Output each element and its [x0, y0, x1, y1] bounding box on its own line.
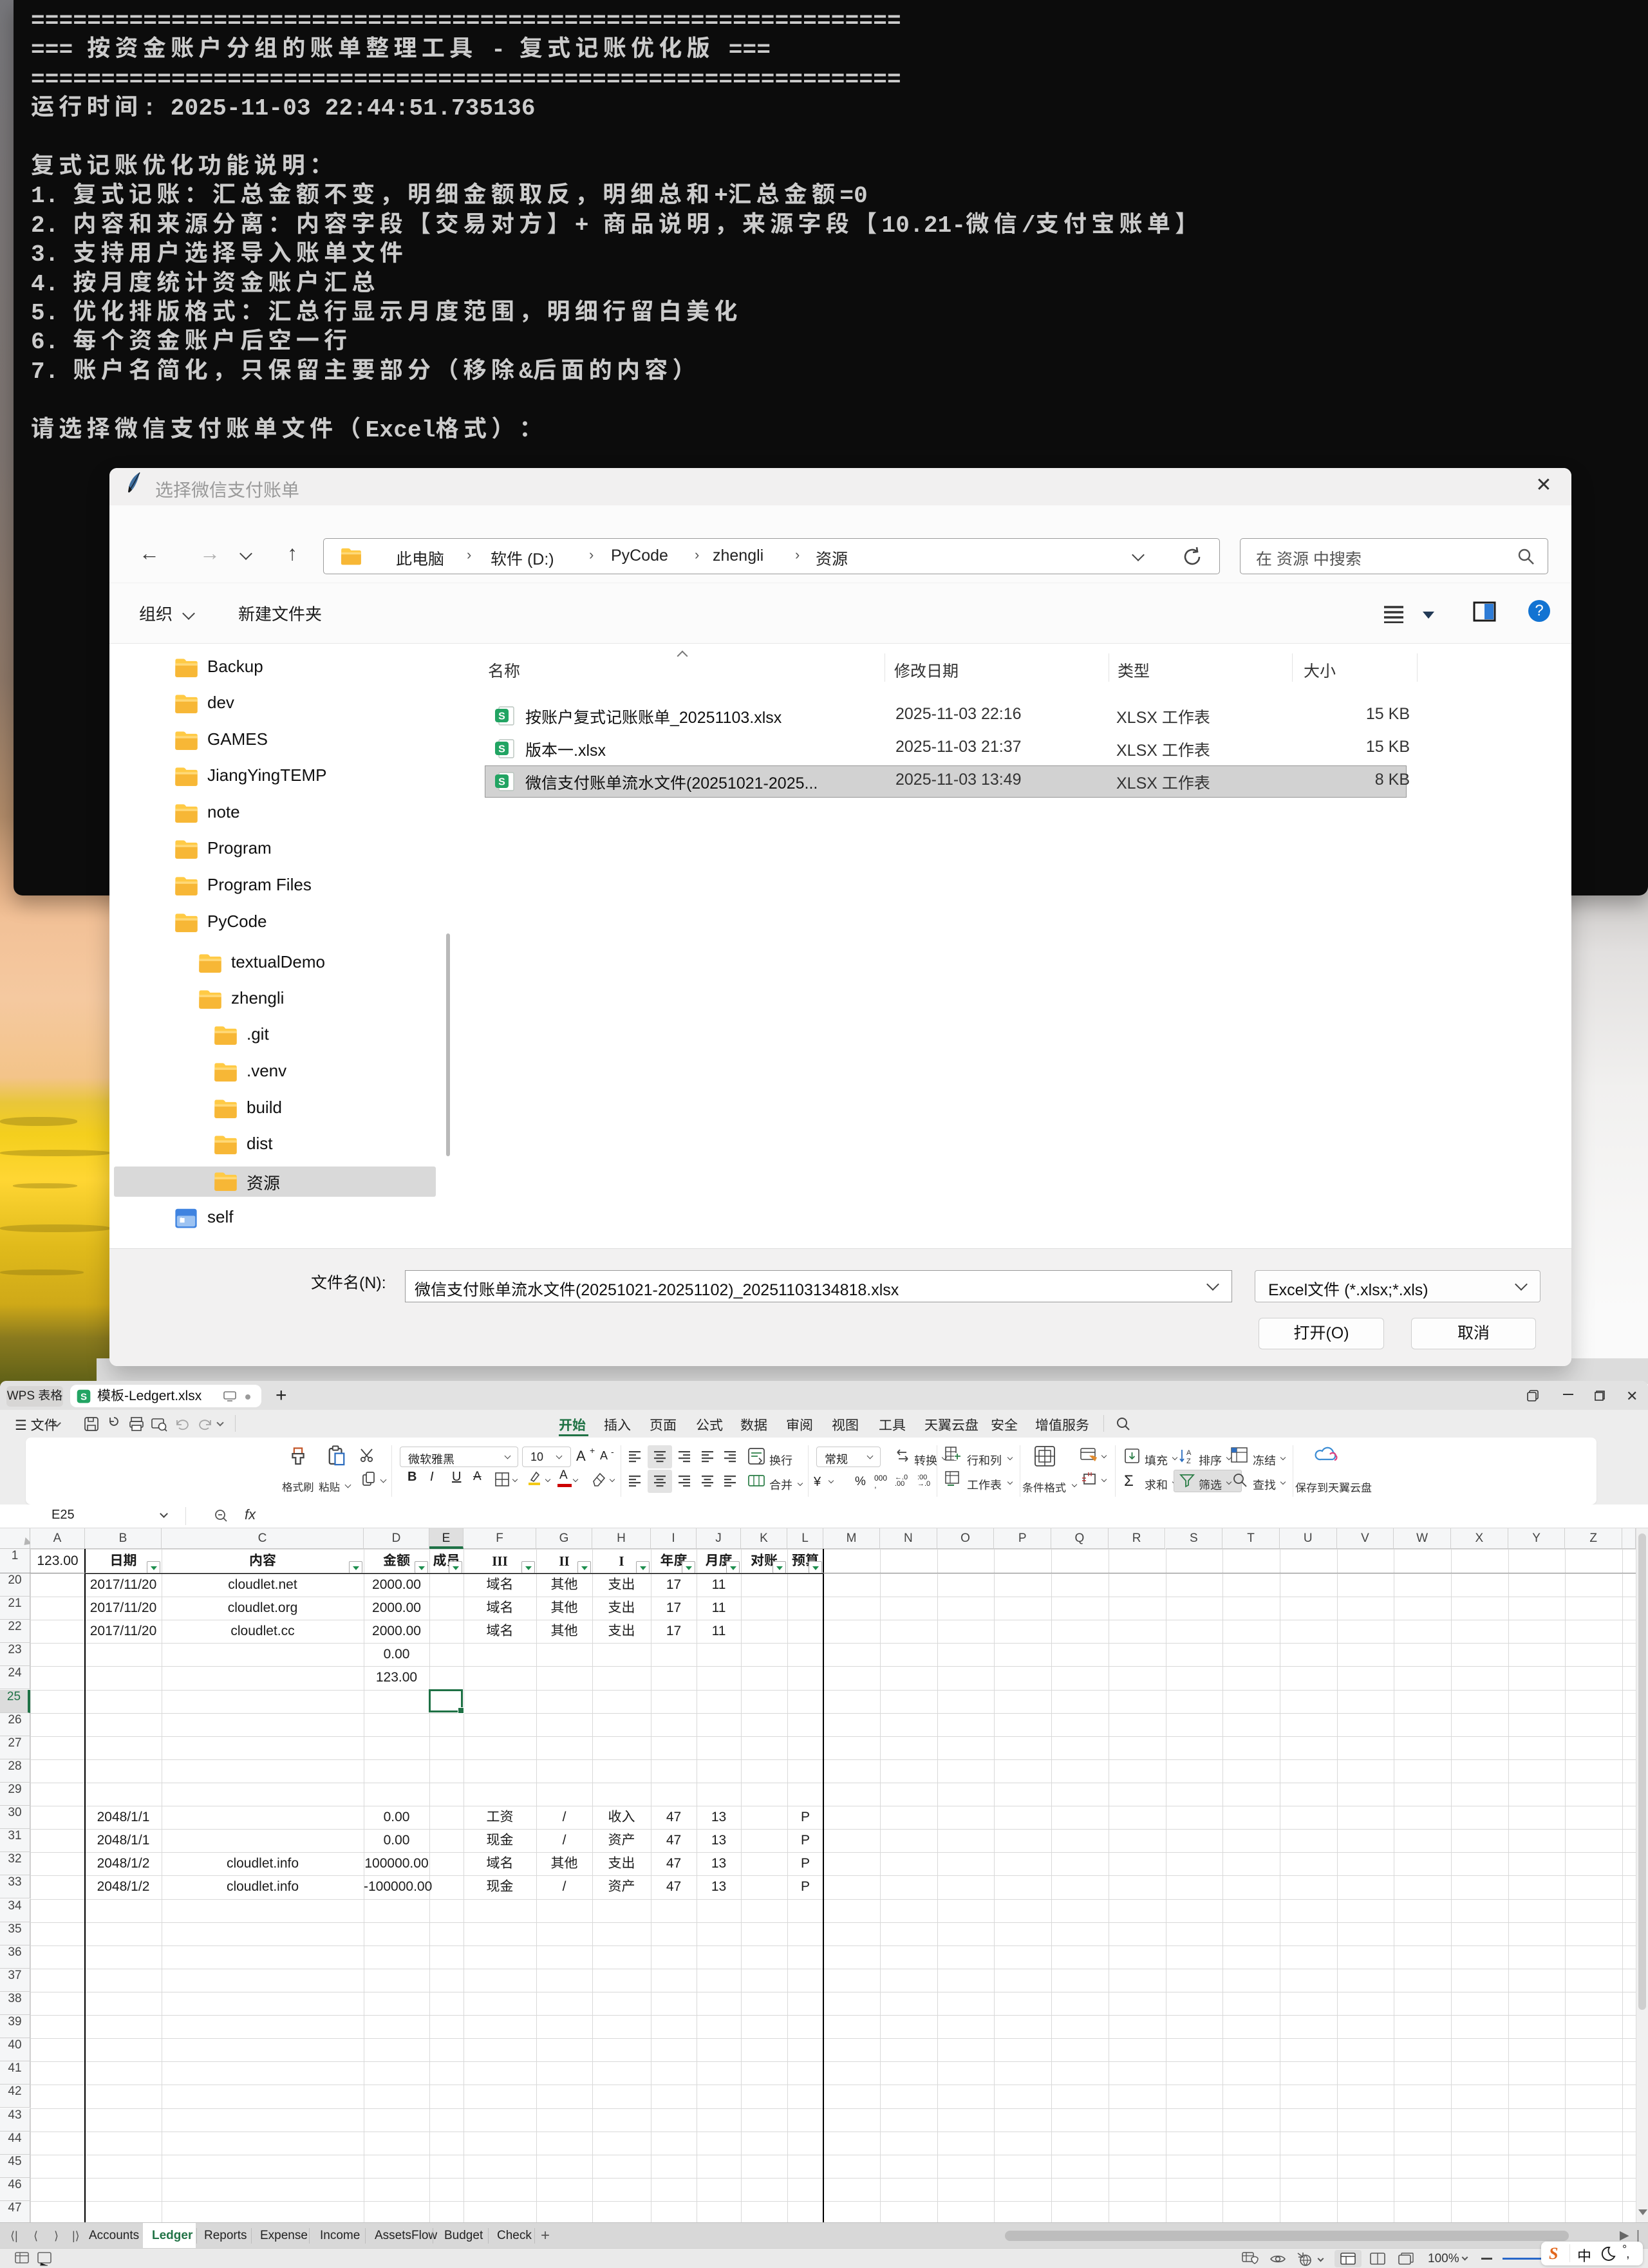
- svg-text:S: S: [498, 744, 505, 755]
- svg-text:A: A: [1186, 1449, 1192, 1457]
- svg-text:S: S: [498, 711, 505, 722]
- svg-text:Z: Z: [1186, 1457, 1191, 1465]
- svg-text:S: S: [498, 777, 505, 788]
- svg-text:S: S: [80, 1392, 87, 1403]
